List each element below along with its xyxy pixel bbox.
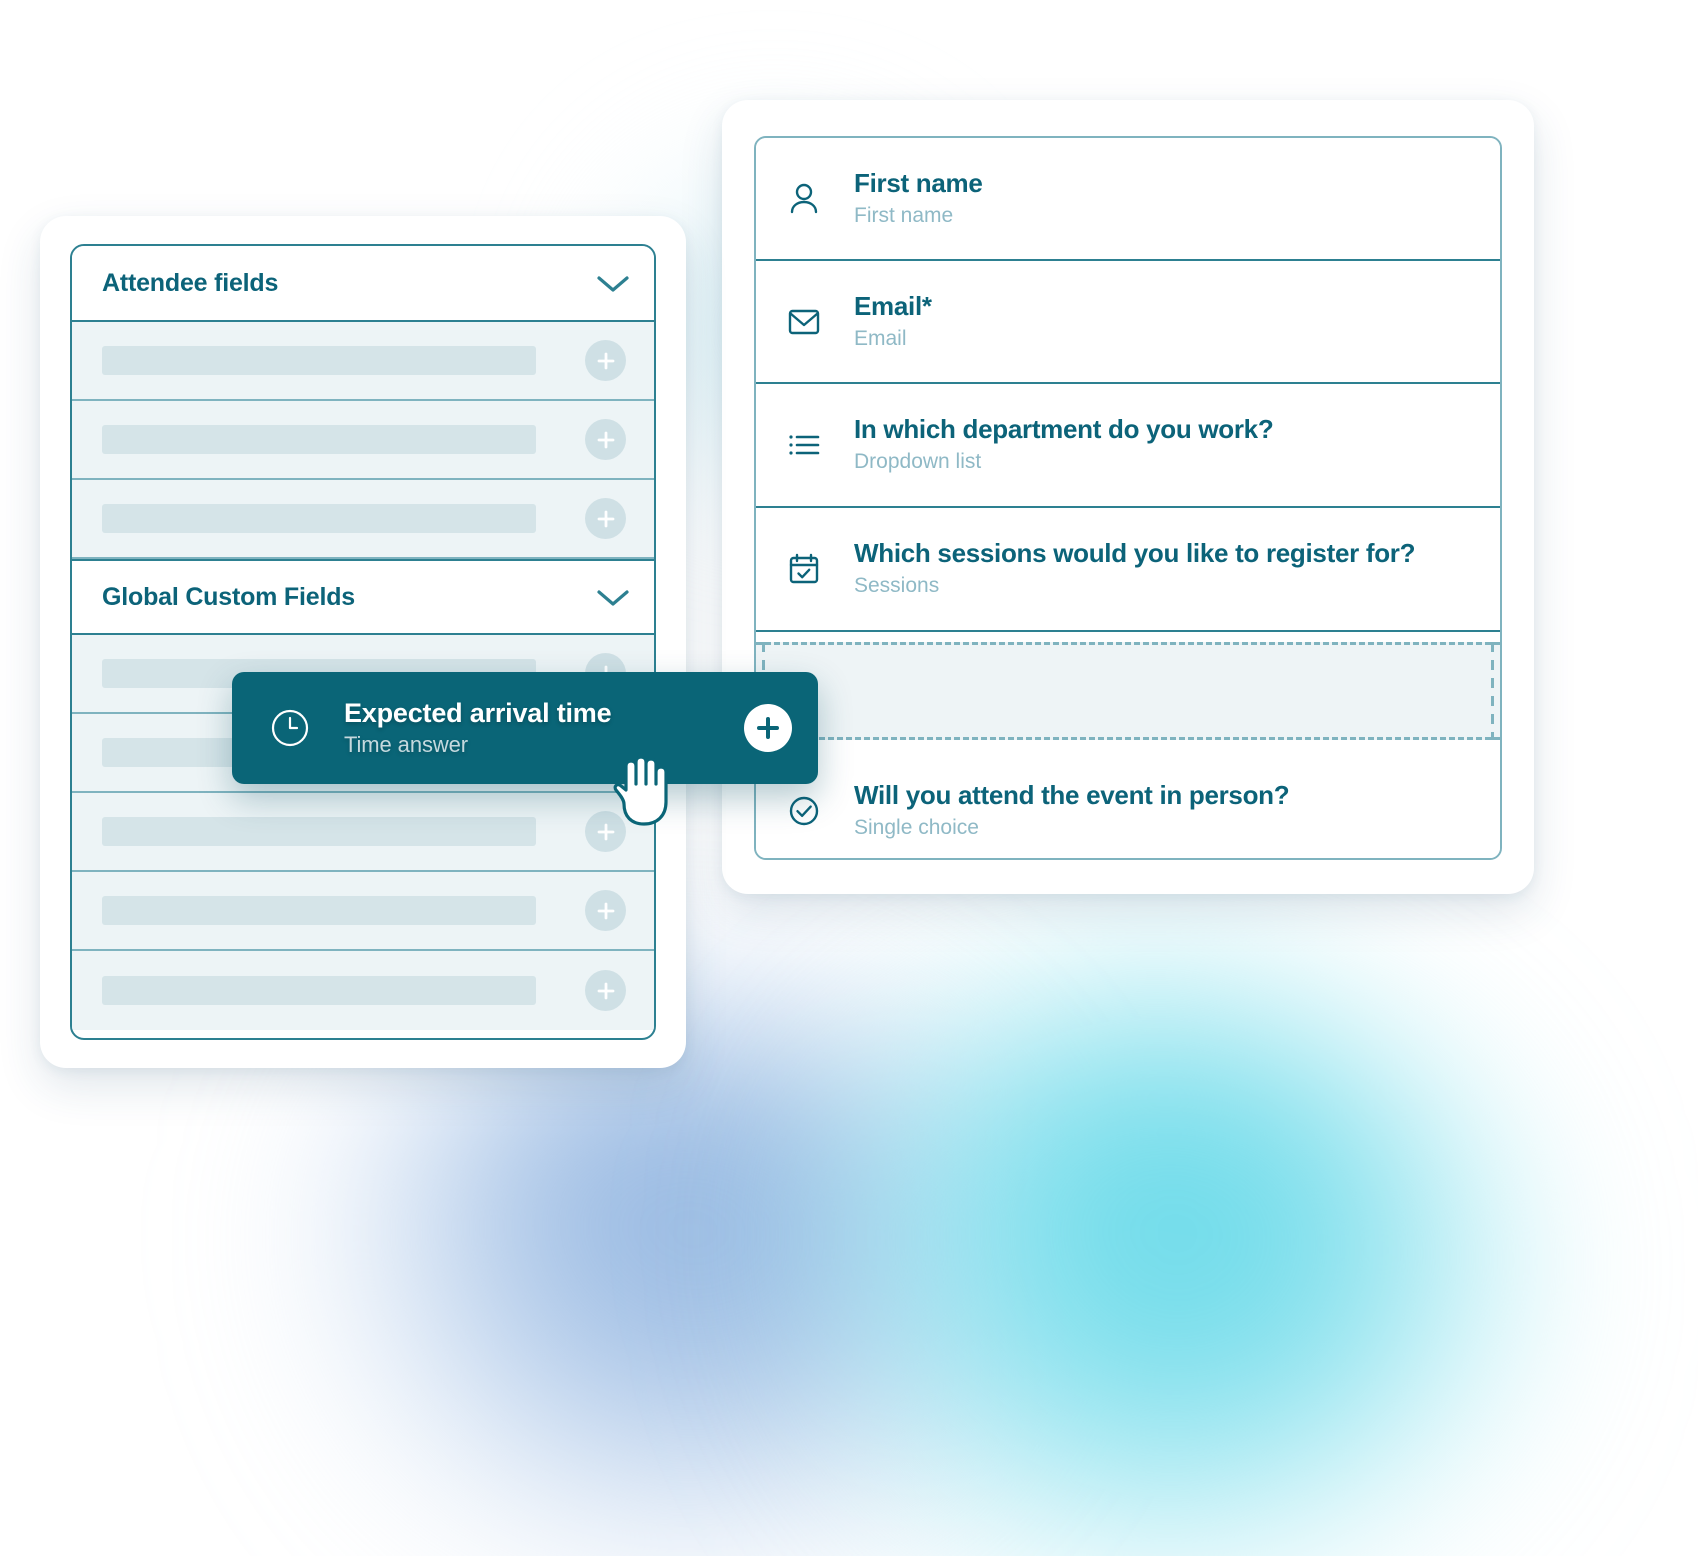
plus-icon[interactable] (585, 890, 626, 931)
field-library-sections: Attendee fields Global Custom Fields (70, 244, 656, 1040)
section-header-global-custom-fields[interactable]: Global Custom Fields (72, 559, 654, 635)
section-title: Global Custom Fields (102, 582, 355, 611)
form-field-label: In which department do you work? (854, 414, 1274, 445)
registration-form-field-list: First name First name Email* Email In wh… (754, 136, 1502, 860)
form-field-row-department[interactable]: In which department do you work? Dropdow… (756, 384, 1500, 508)
background-glow-cyan (760, 1000, 1520, 1556)
form-field-label: Email* (854, 290, 932, 321)
chevron-down-icon[interactable] (596, 588, 629, 606)
form-field-type: Sessions (854, 574, 940, 598)
form-field-row-first-name[interactable]: First name First name (756, 138, 1500, 261)
background-glow-blue (300, 1020, 1020, 1540)
plus-icon[interactable] (585, 419, 626, 460)
plus-icon[interactable] (585, 498, 626, 539)
form-field-row-attend-in-person[interactable]: Will you attend the event in person? Sin… (756, 748, 1500, 858)
form-field-type: Dropdown list (854, 450, 982, 474)
field-library-row[interactable] (72, 322, 654, 401)
field-name-placeholder (102, 976, 536, 1005)
form-field-row-email[interactable]: Email* Email (756, 261, 1500, 384)
form-field-text: Will you attend the event in person? Sin… (854, 780, 1290, 840)
plus-icon[interactable] (585, 970, 626, 1011)
form-field-label: Which sessions would you like to registe… (854, 538, 1416, 569)
field-library-row[interactable] (72, 872, 654, 951)
drop-placeholder[interactable] (756, 642, 1500, 740)
field-library-row[interactable] (72, 793, 654, 872)
section-header-attendee-fields[interactable]: Attendee fields (72, 246, 654, 322)
dragging-field-text: Expected arrival time Time answer (344, 698, 744, 758)
field-library-panel: Attendee fields Global Custom Fields (40, 216, 686, 1068)
form-field-text: Email* Email (854, 290, 932, 351)
form-field-text: Which sessions would you like to registe… (854, 539, 1415, 598)
screenshot-canvas: First name First name Email* Email In wh… (0, 0, 1698, 1556)
form-field-text: First name First name (854, 167, 983, 228)
calendar-check-icon (782, 547, 826, 591)
envelope-icon (782, 300, 826, 344)
dragging-field-label: Expected arrival time (344, 698, 612, 728)
field-name-placeholder (102, 504, 536, 533)
field-name-placeholder (102, 817, 536, 846)
form-field-type: Single choice (854, 816, 979, 840)
form-field-label: First name (854, 167, 983, 198)
list-icon (782, 423, 826, 467)
section-title: Attendee fields (102, 268, 279, 297)
form-field-text: In which department do you work? Dropdow… (854, 414, 1274, 474)
dragging-field-type: Time answer (344, 732, 469, 757)
plus-circle-icon[interactable] (744, 704, 792, 752)
field-name-placeholder (102, 346, 536, 375)
field-name-placeholder (102, 896, 536, 925)
field-library-row[interactable] (72, 480, 654, 559)
field-name-placeholder (102, 425, 536, 454)
plus-icon[interactable] (585, 340, 626, 381)
person-icon (782, 177, 826, 221)
dragging-field-chip[interactable]: Expected arrival time Time answer (232, 672, 818, 784)
clock-icon (266, 704, 314, 752)
field-library-row[interactable] (72, 401, 654, 480)
form-field-label: Will you attend the event in person? (854, 780, 1290, 811)
form-field-type: Email (854, 326, 907, 350)
plus-icon[interactable] (585, 811, 626, 852)
check-circle-icon (782, 789, 826, 833)
field-library-row[interactable] (72, 951, 654, 1030)
chevron-down-icon[interactable] (596, 274, 629, 292)
form-field-row-sessions[interactable]: Which sessions would you like to registe… (756, 508, 1500, 632)
form-builder-canvas-card: First name First name Email* Email In wh… (722, 100, 1534, 894)
form-field-type: First name (854, 203, 954, 227)
